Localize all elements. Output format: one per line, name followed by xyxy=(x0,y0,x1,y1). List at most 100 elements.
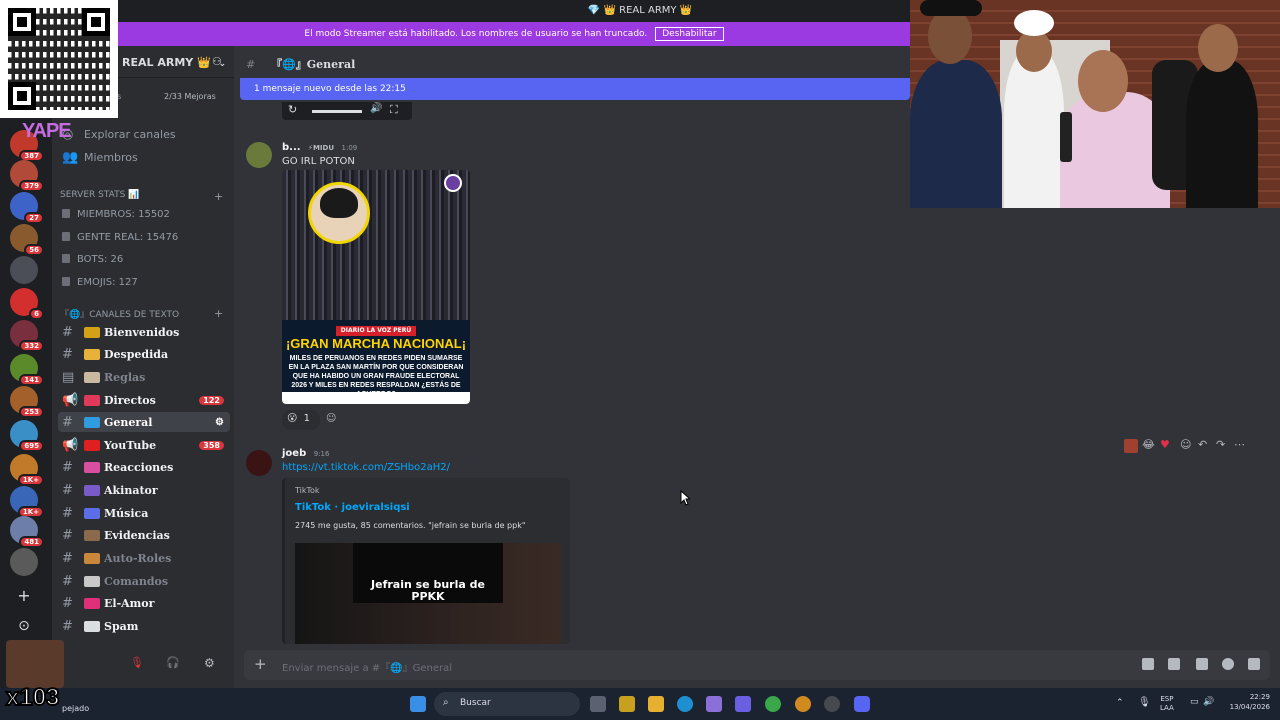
obs-icon[interactable] xyxy=(824,696,840,712)
heart-icon[interactable]: ♥ xyxy=(1160,438,1170,451)
add-server-icon[interactable]: + xyxy=(10,582,38,610)
channel-spam[interactable]: # Spam xyxy=(58,616,230,636)
chevron-up-icon[interactable]: ⌃ xyxy=(1116,698,1124,708)
embed-thumbnail[interactable]: Jefrain se burla de PPKK xyxy=(295,543,561,644)
server-icon[interactable]: 1K+ xyxy=(10,486,44,518)
forward-icon[interactable]: ↷ xyxy=(1216,438,1225,451)
gift-icon[interactable] xyxy=(1142,658,1154,670)
add-channel-icon[interactable]: + xyxy=(214,307,223,320)
lock-icon xyxy=(62,254,70,263)
volume-icon[interactable]: 🔊 xyxy=(1203,697,1214,707)
language-indicator[interactable]: ESP LAA xyxy=(1160,695,1174,713)
server-icon[interactable]: 332 xyxy=(10,320,44,352)
chrome-icon[interactable] xyxy=(765,696,781,712)
volume-icon[interactable]: 🔊 xyxy=(370,103,382,114)
fullscreen-icon[interactable]: ⛶ xyxy=(390,103,398,117)
members-item[interactable]: 👥 Miembros xyxy=(58,147,230,167)
server-icon[interactable]: 253 xyxy=(10,386,44,418)
channel-label: Spam xyxy=(104,619,139,633)
user-settings-icon[interactable]: ⚙ xyxy=(204,656,215,670)
store-icon[interactable] xyxy=(706,696,722,712)
start-icon[interactable] xyxy=(410,696,426,712)
server-icon[interactable]: 27 xyxy=(10,192,44,224)
add-reaction-icon[interactable]: ☺ xyxy=(1180,438,1191,451)
laughing-emoji-icon[interactable]: 😂 xyxy=(1142,438,1155,451)
add-member-icon[interactable]: ⚇ xyxy=(212,55,222,68)
server-icon[interactable] xyxy=(10,256,38,284)
server-icon[interactable]: 695 xyxy=(10,420,44,452)
server-icon[interactable]: 1K+ xyxy=(10,454,44,486)
channel-youtube[interactable]: 📢 YouTube 358 xyxy=(58,435,230,455)
server-icon[interactable] xyxy=(10,548,38,576)
server-icon[interactable]: 6 xyxy=(10,288,44,320)
microphone-icon[interactable]: 🎙 xyxy=(1138,697,1151,708)
reaction[interactable]: 😮 1 xyxy=(282,410,320,430)
network-icon[interactable]: ▭ xyxy=(1190,697,1199,707)
channel-bienvenidos[interactable]: # Bienvenidos xyxy=(58,322,230,342)
channel-comandos[interactable]: # Comandos xyxy=(58,571,230,591)
stats-category[interactable]: SERVER STATS 📊 + xyxy=(60,190,223,203)
attached-image[interactable]: DIARIO LA VOZ PERÚ ¡GRAN MARCHA NACIONAL… xyxy=(282,170,470,404)
text-channels-category[interactable]: 『🌐』CANALES DE TEXTO + xyxy=(60,307,223,320)
message-composer[interactable]: + Enviar mensaje a #『🌐』General xyxy=(244,650,1270,680)
attach-plus-icon[interactable]: + xyxy=(254,655,267,673)
search-label: Buscar xyxy=(460,698,491,708)
disable-streamer-button[interactable]: Deshabilitar xyxy=(655,27,724,41)
link-embed: TikTok TikTok · joeviralsiqsi 2745 me gu… xyxy=(282,478,570,644)
more-options-icon[interactable]: ⋯ xyxy=(1234,438,1245,451)
avatar[interactable] xyxy=(246,450,272,476)
copilot-icon[interactable] xyxy=(735,696,751,712)
reply-icon[interactable]: ↶ xyxy=(1198,438,1207,451)
discord-icon[interactable] xyxy=(854,696,870,712)
stat-channel[interactable]: MIEMBROS: 15502 xyxy=(62,209,170,220)
apps-icon[interactable] xyxy=(1248,658,1260,670)
add-channel-icon[interactable]: + xyxy=(214,190,223,203)
volume-slider[interactable] xyxy=(312,110,362,113)
gif-icon[interactable] xyxy=(1168,658,1180,670)
channel-directos[interactable]: 📢 Directos 122 xyxy=(58,390,230,410)
emoji-icon xyxy=(84,597,100,609)
channel-despedida[interactable]: # Despedida xyxy=(58,344,230,364)
app-icon[interactable] xyxy=(619,696,635,712)
replay-icon[interactable]: ↻ xyxy=(288,103,297,116)
channel-reacciones[interactable]: # Reacciones xyxy=(58,457,230,477)
server-icon[interactable]: 379 xyxy=(10,160,44,192)
server-icon[interactable]: 56 xyxy=(10,224,44,256)
explore-channels[interactable]: ◎ Explorar canales xyxy=(58,124,230,144)
channel-musica[interactable]: # Música xyxy=(58,503,230,523)
chrome-canary-icon[interactable] xyxy=(795,696,811,712)
channel-akinator[interactable]: # Akinator xyxy=(58,480,230,500)
channel-el-amor[interactable]: # El-Amor xyxy=(58,593,230,613)
image-headline: ¡GRAN MARCHA NACIONAL¡ xyxy=(285,336,467,351)
file-explorer-icon[interactable] xyxy=(648,696,664,712)
taskbar-search[interactable]: ⌕ Buscar xyxy=(434,692,580,716)
clock[interactable]: 22:29 13/04/2026 xyxy=(1230,692,1270,712)
channel-evidencias[interactable]: # Evidencias xyxy=(58,525,230,545)
mic-muted-icon[interactable]: 🎙 xyxy=(130,656,144,669)
stat-channel[interactable]: BOTS: 26 xyxy=(62,254,123,265)
discover-icon[interactable]: ⊙ xyxy=(10,612,38,640)
task-view-icon[interactable] xyxy=(590,696,606,712)
channel-auto-roles[interactable]: # Auto-Roles xyxy=(58,548,230,568)
sticker-icon[interactable] xyxy=(1196,658,1208,670)
server-icon[interactable]: 481 xyxy=(10,516,44,548)
headphones-muted-icon[interactable]: 🎧 xyxy=(166,656,180,669)
message-link[interactable]: https://vt.tiktok.com/ZSHbo2aH2/ xyxy=(282,462,450,473)
edge-icon[interactable] xyxy=(677,696,693,712)
embed-title[interactable]: TikTok · joeviralsiqsi xyxy=(295,502,410,513)
settings-gear-icon[interactable]: ⚙ xyxy=(215,417,224,428)
stat-channel[interactable]: GENTE REAL: 15476 xyxy=(62,232,178,243)
channel-general[interactable]: # General ⚙ xyxy=(58,412,230,432)
author-name[interactable]: joeb xyxy=(282,448,306,459)
boost-progress[interactable]: 2/33 Mejoras xyxy=(164,92,216,101)
add-reaction-icon[interactable]: ☺ xyxy=(326,413,336,424)
emoji-picker-icon[interactable] xyxy=(1222,658,1234,670)
server-icon[interactable]: 141 xyxy=(10,354,44,386)
author-name[interactable]: b... xyxy=(282,142,301,153)
channel-reglas[interactable]: ▤ Reglas xyxy=(58,367,230,387)
stat-channel[interactable]: EMOJIS: 127 xyxy=(62,277,138,288)
avatar[interactable] xyxy=(246,142,272,168)
emoji-icon xyxy=(84,620,100,632)
custom-emoji-icon[interactable] xyxy=(1124,439,1138,453)
new-messages-bar[interactable]: 1 mensaje nuevo desde las 22:15 xyxy=(240,78,910,100)
